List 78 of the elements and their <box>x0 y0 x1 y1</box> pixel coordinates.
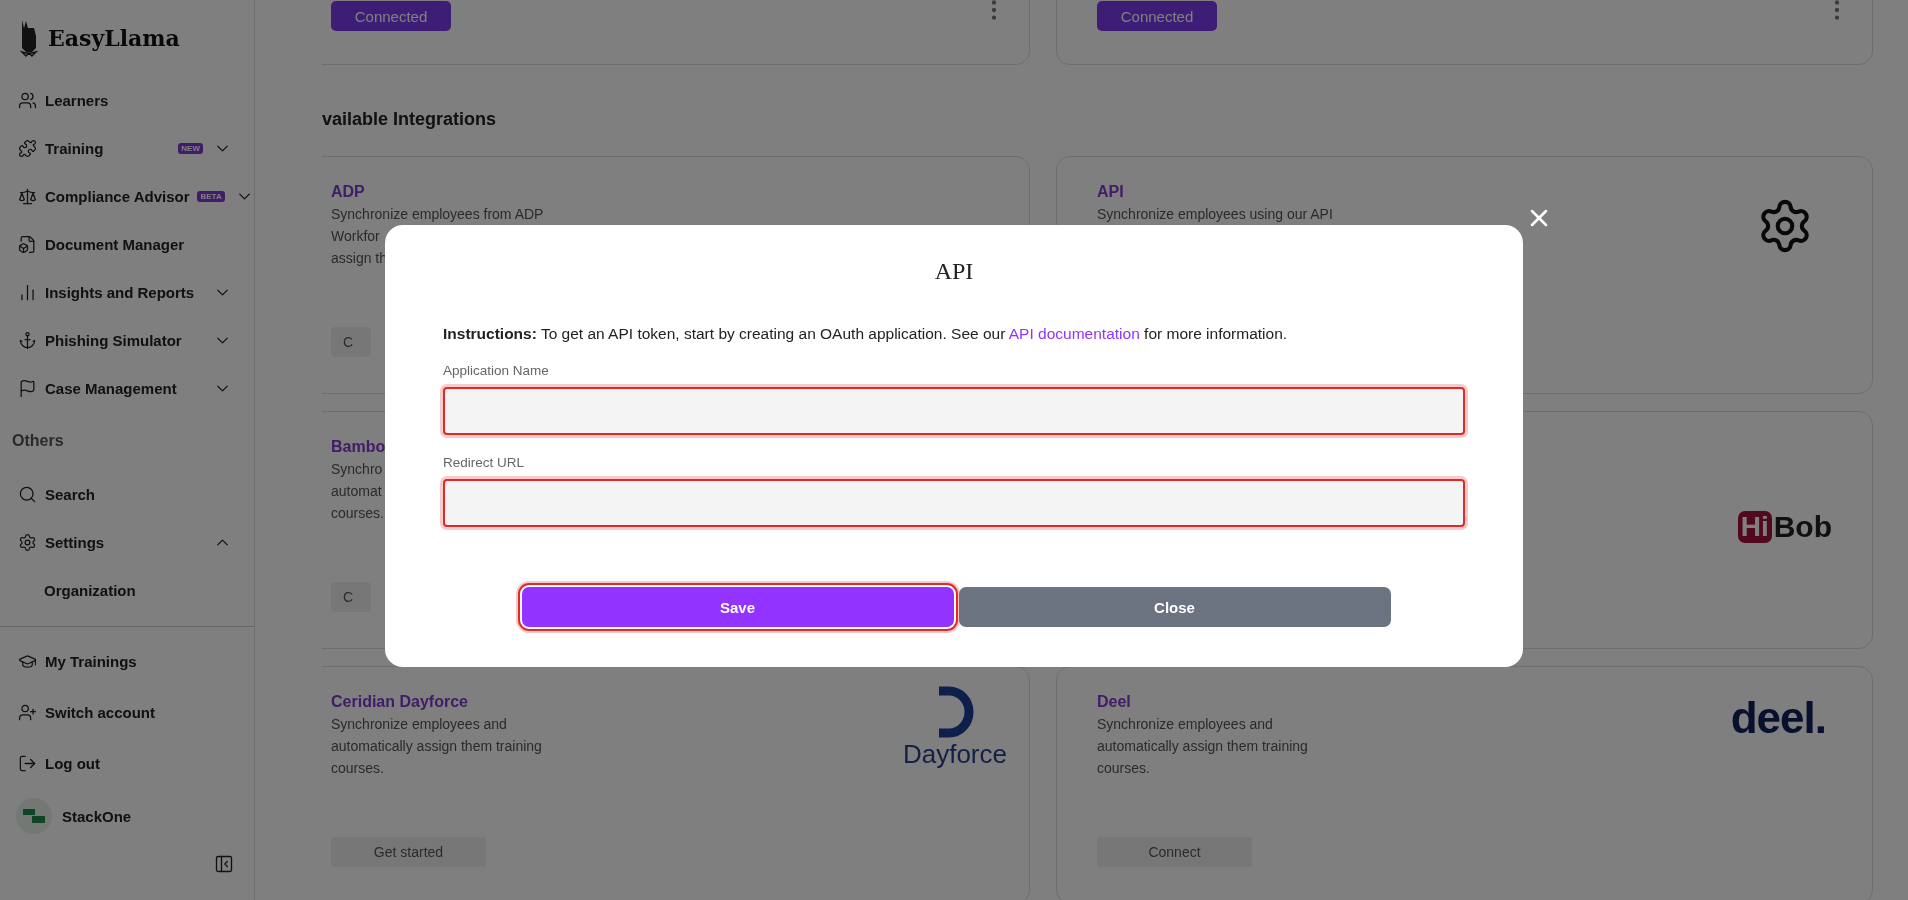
dialog-title: API <box>933 258 975 285</box>
section-heading: vailable Integrations <box>322 109 498 130</box>
integration-name: Ceridian Dayforce <box>331 693 469 711</box>
integration-description: Synchronize employees and <box>1097 715 1274 734</box>
sidebar-item-label: Document Manager <box>45 235 186 253</box>
sidebar-item[interactable]: Document Manager <box>0 220 254 268</box>
sidebar-item[interactable]: Search <box>0 470 254 518</box>
scale-icon <box>18 186 37 206</box>
sidebar-item[interactable]: Case Management <box>0 364 254 412</box>
sidebar-item-label: Training <box>45 139 105 157</box>
brand-name: EasyLlama <box>48 25 180 51</box>
settings-icon <box>18 532 37 552</box>
sidebar-item[interactable]: Learners <box>0 76 254 124</box>
account-avatar <box>16 798 52 834</box>
integration-description: Synchronize employees from ADP <box>331 205 544 224</box>
connected-button[interactable]: Connected <box>1097 1 1217 31</box>
sidebar-item-label: Case Management <box>45 379 178 397</box>
status-badge: NEW <box>178 142 203 154</box>
log-out-icon <box>18 754 37 773</box>
sidebar-item[interactable]: Training NEW <box>0 124 254 172</box>
connect-button[interactable]: C <box>331 327 371 357</box>
flag-icon <box>18 378 37 398</box>
field-label: Application Name <box>443 363 550 378</box>
integration-description: courses. <box>331 504 385 523</box>
integration-description: courses. <box>331 759 385 778</box>
sidebar-item-label: Insights and Reports <box>45 283 196 301</box>
collapse-sidebar-icon[interactable] <box>214 854 234 874</box>
connect-button[interactable]: Connect <box>1097 837 1252 867</box>
integration-name: Bambo <box>331 438 386 456</box>
integration-description: Synchro <box>331 460 384 479</box>
integration-name: Deel <box>1097 693 1132 711</box>
integration-description: courses. <box>1097 759 1151 778</box>
dayforce-logo: Dayforce <box>902 685 1007 837</box>
sidebar-subitem[interactable]: Organization <box>0 566 254 614</box>
section-heading: Others <box>11 431 65 451</box>
sidebar-item-label: Settings <box>45 533 106 551</box>
sidebar-item[interactable]: Switch account <box>0 687 254 738</box>
sidebar-item[interactable]: Log out <box>0 738 254 789</box>
input-field[interactable] <box>443 479 1465 527</box>
puzzle-icon <box>18 138 37 158</box>
integration-description: automatically assign them training <box>331 737 542 756</box>
bar-chart-icon <box>18 282 37 302</box>
input-field[interactable] <box>443 387 1465 435</box>
integration-description: Workfor <box>331 227 381 246</box>
users-icon <box>18 90 37 110</box>
integration-description: Synchronize employees and <box>331 715 508 734</box>
api-documentation-link[interactable]: API documentation <box>1008 325 1140 342</box>
sidebar-item[interactable]: Insights and Reports <box>0 268 254 316</box>
integration-description: automatically assign them training <box>1097 737 1308 756</box>
sidebar-item-label: Switch account <box>45 704 157 721</box>
sidebar-item[interactable]: Settings <box>0 518 254 566</box>
sidebar-item[interactable]: My Trainings <box>0 636 254 687</box>
sidebar-item-label: Search <box>45 485 97 503</box>
connected-button[interactable]: Connected <box>331 1 451 31</box>
integration-name: ADP <box>331 183 366 201</box>
sidebar-item-label: Phishing Simulator <box>45 331 183 349</box>
connect-button[interactable]: C <box>331 582 371 612</box>
sidebar-item[interactable]: Compliance Advisor BETA <box>0 172 254 220</box>
hibob-logo: Hi Bob <box>1737 442 1832 612</box>
sidebar-item[interactable]: Phishing Simulator <box>0 316 254 364</box>
sidebar-item-label: My Trainings <box>45 653 138 670</box>
integration-description: Synchronize employees using our API <box>1097 205 1333 224</box>
field-label: Redirect URL <box>443 455 526 470</box>
sidebar-item-label: Log out <box>45 755 101 772</box>
close-button[interactable]: Close <box>958 587 1391 627</box>
sidebar-item-label: Compliance Advisor <box>45 187 190 205</box>
instructions-text: Instructions: To get an API token, start by creating an OAuth application. See our API documentation for more information. <box>443 325 1289 343</box>
integration-description: automat <box>331 482 383 501</box>
search-icon <box>18 484 37 504</box>
graduation-cap-icon <box>18 652 37 671</box>
account-name[interactable]: StackOne <box>62 807 132 825</box>
sidebar-item-label: Learners <box>45 91 110 109</box>
user-plus-icon <box>18 703 37 722</box>
status-badge: BETA <box>197 190 225 202</box>
document-icon <box>18 234 37 254</box>
integration-name: API <box>1097 183 1125 201</box>
connect-button[interactable]: Get started <box>331 837 486 867</box>
deel-logo: deel. <box>1730 693 1826 744</box>
